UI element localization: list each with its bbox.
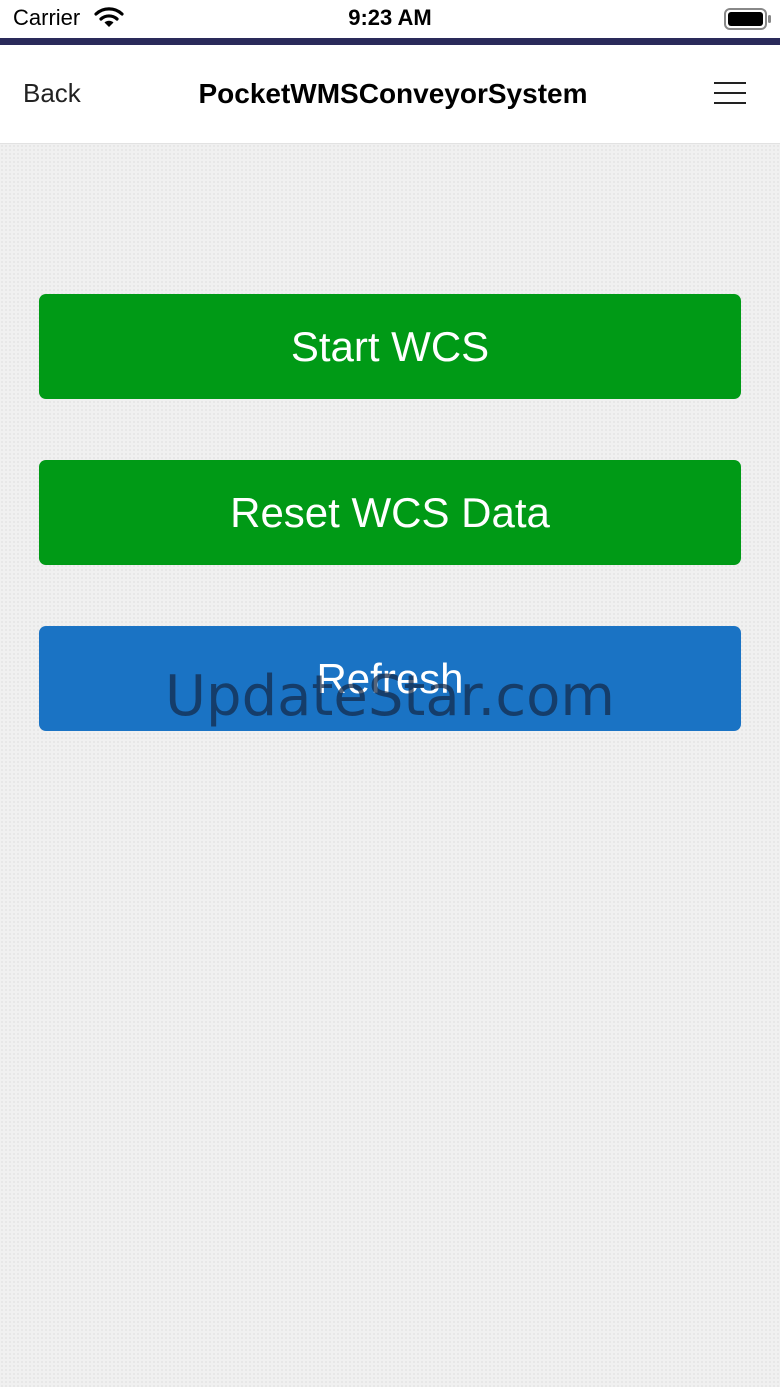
start-wcs-button[interactable]: Start WCS <box>39 294 741 399</box>
status-time: 9:23 AM <box>348 5 432 30</box>
back-button[interactable]: Back <box>23 78 81 109</box>
menu-line <box>714 82 746 84</box>
hamburger-menu-icon[interactable] <box>714 81 746 105</box>
status-bar: Carrier 9:23 AM <box>0 0 780 38</box>
menu-line <box>714 102 746 104</box>
battery-icon <box>724 8 771 30</box>
navigation-bar: Back PocketWMSConveyorSystem <box>0 45 780 144</box>
content-area: Start WCS Reset WCS Data Refresh <box>0 144 780 1387</box>
reset-wcs-data-button[interactable]: Reset WCS Data <box>39 460 741 565</box>
page-title: PocketWMSConveyorSystem <box>198 78 588 109</box>
refresh-button[interactable]: Refresh <box>39 626 741 731</box>
accent-line <box>0 38 780 45</box>
menu-line <box>714 92 746 94</box>
